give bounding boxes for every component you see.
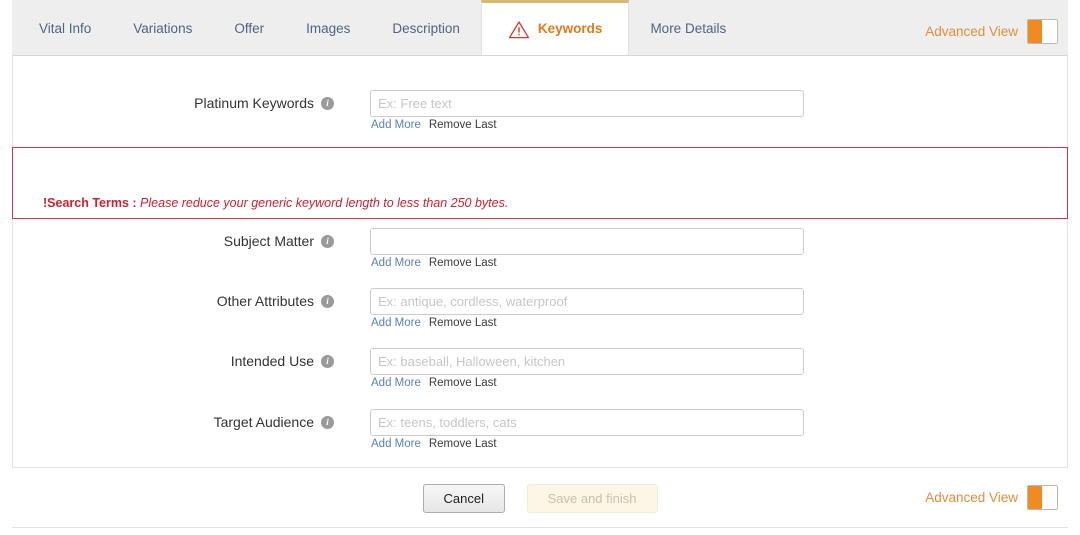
tab-bar: Vital Info Variations Offer Images Descripti… — [12, 0, 1068, 56]
advanced-view-switch-bottom[interactable] — [1027, 485, 1058, 510]
form-row-target-audience: Target Audience i Add More Remove Last — [13, 409, 1067, 457]
search-terms-error-block: !Search Terms : Please reduce your gener… — [12, 147, 1068, 219]
warning-triangle-icon — [508, 20, 530, 39]
tab-images[interactable]: Images — [285, 0, 371, 55]
toggle-on-segment — [1028, 20, 1042, 43]
tab-list: Vital Info Variations Offer Images Descripti… — [12, 0, 1068, 55]
keywords-form-card: Platinum Keywords i Add More Remove Last Sea… — [12, 56, 1068, 468]
form-row-subject-matter: Subject Matter i Add More Remove Last — [13, 228, 1067, 276]
advanced-view-toggle-bottom[interactable]: Advanced View — [925, 485, 1058, 510]
tab-description[interactable]: Description — [371, 0, 481, 55]
label-other-attributes: Other Attributes i — [217, 293, 334, 309]
label-text: Target Audience — [213, 414, 314, 430]
save-and-finish-button: Save and finish — [526, 484, 658, 513]
tab-offer[interactable]: Offer — [213, 0, 285, 55]
label-text: Other Attributes — [216, 293, 314, 309]
advanced-view-label: Advanced View — [925, 24, 1018, 39]
input-subject-matter[interactable] — [370, 228, 804, 255]
label-text: Subject Matter — [223, 233, 314, 249]
remove-last-link[interactable]: Remove Last — [429, 438, 497, 450]
remove-last-link[interactable]: Remove Last — [429, 257, 497, 269]
page-bottom-divider — [12, 527, 1068, 528]
toggle-off-segment-bottom — [1042, 486, 1057, 509]
sub-actions-subject-matter: Add More Remove Last — [371, 257, 497, 269]
add-more-link[interactable]: Add More — [371, 377, 421, 389]
tab-label: Description — [392, 21, 460, 37]
error-field-name: Search Terms — [47, 196, 129, 210]
remove-last-link[interactable]: Remove Last — [429, 377, 497, 389]
info-icon[interactable]: i — [321, 294, 334, 308]
advanced-view-switch[interactable] — [1027, 19, 1058, 44]
info-icon[interactable]: i — [321, 96, 334, 110]
tab-label: Offer — [234, 21, 265, 37]
tab-label: Images — [306, 21, 351, 37]
info-icon[interactable]: i — [321, 354, 334, 368]
label-text: Platinum Keywords — [194, 95, 314, 111]
footer-actions: Cancel Save and finish — [0, 484, 1080, 513]
toggle-on-segment-bottom — [1028, 486, 1042, 509]
label-target-audience: Target Audience i — [214, 414, 334, 430]
input-platinum-keywords[interactable] — [370, 90, 804, 117]
tab-keywords[interactable]: Keywords — [480, 0, 630, 55]
tab-variations[interactable]: Variations — [112, 0, 213, 55]
advanced-view-toggle-top[interactable]: Advanced View — [925, 19, 1058, 44]
cancel-button[interactable]: Cancel — [422, 484, 505, 513]
sub-actions-other-attributes: Add More Remove Last — [371, 317, 497, 329]
add-more-link[interactable]: Add More — [371, 119, 421, 131]
error-separator: : — [128, 196, 141, 210]
label-intended-use: Intended Use i — [231, 353, 334, 369]
error-message: !Search Terms : Please reduce your gener… — [43, 196, 508, 210]
remove-last-link[interactable]: Remove Last — [429, 317, 497, 329]
info-icon[interactable]: i — [321, 415, 334, 429]
input-intended-use[interactable] — [370, 348, 804, 375]
add-more-link[interactable]: Add More — [371, 317, 421, 329]
sub-actions-intended-use: Add More Remove Last — [371, 377, 497, 389]
error-text: Please reduce your generic keyword lengt… — [140, 196, 509, 210]
tab-more-details[interactable]: More Details — [629, 0, 747, 55]
input-target-audience[interactable] — [370, 409, 804, 436]
add-more-link[interactable]: Add More — [371, 438, 421, 450]
add-more-link[interactable]: Add More — [371, 257, 421, 269]
label-subject-matter: Subject Matter i — [224, 233, 334, 249]
form-row-other-attributes: Other Attributes i Add More Remove Last — [13, 288, 1067, 336]
tab-label: Vital Info — [39, 21, 92, 37]
tab-label: Keywords — [537, 21, 603, 37]
sub-actions-target-audience: Add More Remove Last — [371, 438, 497, 450]
input-other-attributes[interactable] — [370, 288, 804, 315]
tab-vital-info[interactable]: Vital Info — [18, 0, 112, 55]
remove-last-link[interactable]: Remove Last — [429, 119, 497, 131]
toggle-off-segment — [1042, 20, 1057, 43]
tab-label: Variations — [133, 21, 193, 37]
label-platinum-keywords: Platinum Keywords i — [194, 95, 334, 111]
form-row-intended-use: Intended Use i Add More Remove Last — [13, 348, 1067, 396]
sub-actions-platinum-keywords: Add More Remove Last — [371, 119, 497, 131]
advanced-view-label-bottom: Advanced View — [925, 490, 1018, 505]
label-text: Intended Use — [230, 353, 314, 369]
form-row-platinum-keywords: Platinum Keywords i Add More Remove Last — [13, 90, 1067, 138]
info-icon[interactable]: i — [321, 234, 334, 248]
tab-label: More Details — [650, 21, 727, 37]
